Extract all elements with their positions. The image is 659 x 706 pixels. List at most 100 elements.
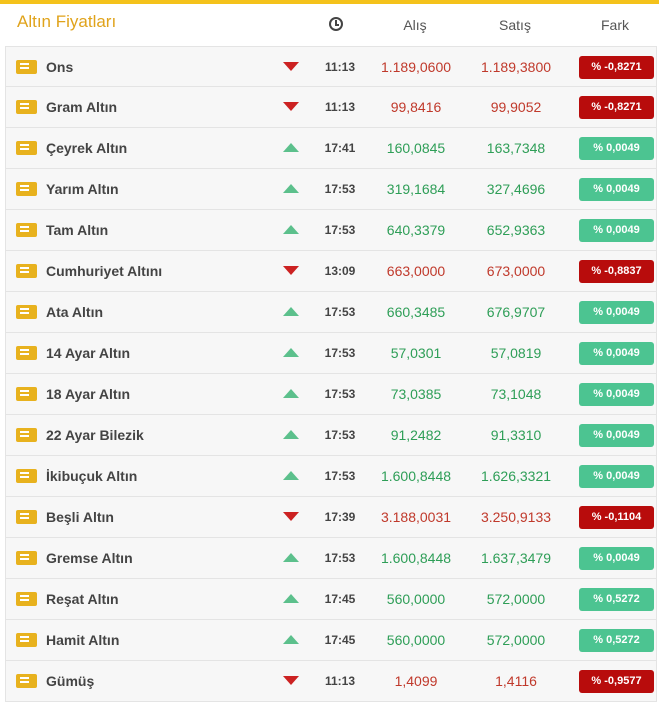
sell-price: 1.626,3321: [480, 468, 552, 484]
table-row[interactable]: Cumhuriyet Altını 13:09 663,0000 673,0000 % …: [5, 251, 657, 292]
buy-price: 99,8416: [390, 99, 442, 115]
item-name[interactable]: Çeyrek Altın: [46, 140, 127, 156]
buy-price: 1,4099: [394, 673, 438, 689]
sell-price: 163,7348: [486, 140, 546, 156]
table-row[interactable]: Gümüş 11:13 1,4099 1,4116 % -0,9577: [5, 661, 657, 702]
change-badge: % -0,1104: [579, 506, 654, 529]
arrow-up-icon: [283, 348, 299, 357]
buy-price: 640,3379: [386, 222, 446, 238]
table-row[interactable]: Gremse Altın 17:53 1.600,8448 1.637,3479 % 0…: [5, 538, 657, 579]
arrow-up-icon: [283, 430, 299, 439]
gold-bar-icon: [16, 223, 37, 237]
buy-price: 1.600,8448: [380, 468, 452, 484]
item-name[interactable]: Reşat Altın: [46, 591, 119, 607]
arrow-down-icon: [283, 266, 299, 275]
buy-price: 663,0000: [386, 263, 446, 279]
item-name[interactable]: Hamit Altın: [46, 632, 119, 648]
item-name[interactable]: Yarım Altın: [46, 181, 119, 197]
buy-price: 319,1684: [386, 181, 446, 197]
update-time: 17:53: [324, 346, 356, 360]
sell-price: 652,9363: [486, 222, 546, 238]
update-time: 17:41: [324, 141, 356, 155]
sell-price: 1,4116: [495, 673, 537, 689]
table-row[interactable]: 22 Ayar Bilezik 17:53 91,2482 91,3310 % 0,00…: [5, 415, 657, 456]
update-time: 17:53: [324, 428, 356, 442]
buy-price: 560,0000: [386, 632, 446, 648]
change-badge: % 0,0049: [579, 547, 654, 570]
table-row[interactable]: Tam Altın 17:53 640,3379 652,9363 % 0,0049: [5, 210, 657, 251]
gold-bar-icon: [16, 469, 37, 483]
change-badge: % 0,5272: [579, 588, 654, 611]
item-name[interactable]: 14 Ayar Altın: [46, 345, 130, 361]
table-row[interactable]: İkibuçuk Altın 17:53 1.600,8448 1.626,3321%…: [5, 456, 657, 497]
clock-icon: [329, 17, 343, 31]
update-time: 17:53: [324, 223, 356, 237]
price-table: Ons 11:13 1.189,0600 1.189,3800% -0,8271 Gra…: [5, 46, 657, 702]
table-row[interactable]: 14 Ayar Altın 17:53 57,0301 57,0819 % 0,0049: [5, 333, 657, 374]
table-row[interactable]: Yarım Altın 17:53 319,1684 327,4696 % 0,0049: [5, 169, 657, 210]
gold-bar-icon: [16, 305, 37, 319]
update-time: 17:53: [324, 551, 356, 565]
sell-price: 57,0819: [490, 345, 542, 361]
table-row[interactable]: Ons 11:13 1.189,0600 1.189,3800 % -0,8271: [5, 46, 657, 87]
update-time: 11:13: [324, 674, 356, 688]
arrow-down-icon: [283, 512, 299, 521]
gold-bar-icon: [16, 510, 37, 524]
item-name[interactable]: Cumhuriyet Altını: [46, 263, 162, 279]
item-name[interactable]: Gümüş: [46, 673, 94, 689]
item-name[interactable]: Gremse Altın: [46, 550, 133, 566]
item-name[interactable]: 22 Ayar Bilezik: [46, 427, 144, 443]
table-row[interactable]: Gram Altın 11:13 99,8416 99,9052 % -0,8271: [5, 87, 657, 128]
update-time: 17:53: [324, 469, 356, 483]
table-row[interactable]: Beşli Altın 17:39 3.188,0031 3.250,9133 % -0…: [5, 497, 657, 538]
update-time: 13:09: [324, 264, 356, 278]
update-time: 17:53: [324, 387, 356, 401]
buy-price: 660,3485: [386, 304, 446, 320]
arrow-up-icon: [283, 389, 299, 398]
buy-price: 1.600,8448: [380, 550, 452, 566]
change-badge: % 0,0049: [579, 301, 654, 324]
update-time: 17:45: [324, 592, 356, 606]
item-name[interactable]: İkibuçuk Altın: [46, 468, 137, 484]
arrow-up-icon: [283, 307, 299, 316]
item-name[interactable]: Gram Altın: [46, 99, 117, 115]
buy-price: 3.188,0031: [380, 509, 452, 525]
item-name[interactable]: Ons: [46, 59, 73, 75]
table-row[interactable]: Ata Altın 17:53 660,3485 676,9707 % 0,0049: [5, 292, 657, 333]
table-row[interactable]: Çeyrek Altın 17:41 160,0845 163,7348 % 0,004…: [5, 128, 657, 169]
item-name[interactable]: Tam Altın: [46, 222, 108, 238]
update-time: 17:39: [324, 510, 356, 524]
change-badge: % 0,0049: [579, 342, 654, 365]
column-buy: Alış: [403, 17, 427, 33]
update-time: 17:53: [324, 305, 356, 319]
sell-price: 1.189,3800: [480, 59, 552, 75]
change-badge: % -0,8271: [579, 56, 654, 79]
table-row[interactable]: Reşat Altın 17:45 560,0000 572,0000 % 0,5272: [5, 579, 657, 620]
change-badge: % -0,8837: [579, 260, 654, 283]
item-name[interactable]: 18 Ayar Altın: [46, 386, 130, 402]
table-row[interactable]: 18 Ayar Altın 17:53 73,0385 73,1048 % 0,0049: [5, 374, 657, 415]
gold-bar-icon: [16, 674, 37, 688]
item-name[interactable]: Beşli Altın: [46, 509, 114, 525]
arrow-up-icon: [283, 225, 299, 234]
update-time: 17:53: [324, 182, 356, 196]
sell-price: 673,0000: [486, 263, 546, 279]
change-badge: % -0,8271: [579, 96, 654, 119]
arrow-up-icon: [283, 553, 299, 562]
gold-bar-icon: [16, 387, 37, 401]
change-badge: % 0,0049: [579, 178, 654, 201]
sell-price: 3.250,9133: [480, 509, 552, 525]
sell-price: 91,3310: [490, 427, 542, 443]
update-time: 17:45: [324, 633, 356, 647]
buy-price: 73,0385: [390, 386, 442, 402]
gold-bar-icon: [16, 141, 37, 155]
item-name[interactable]: Ata Altın: [46, 304, 103, 320]
gold-bar-icon: [16, 551, 37, 565]
widget-title: Altın Fiyatları: [17, 12, 117, 31]
gold-bar-icon: [16, 182, 37, 196]
arrow-up-icon: [283, 471, 299, 480]
arrow-down-icon: [283, 676, 299, 685]
table-row[interactable]: Hamit Altın 17:45 560,0000 572,0000 % 0,5272: [5, 620, 657, 661]
sell-price: 73,1048: [490, 386, 542, 402]
arrow-down-icon: [283, 102, 299, 111]
